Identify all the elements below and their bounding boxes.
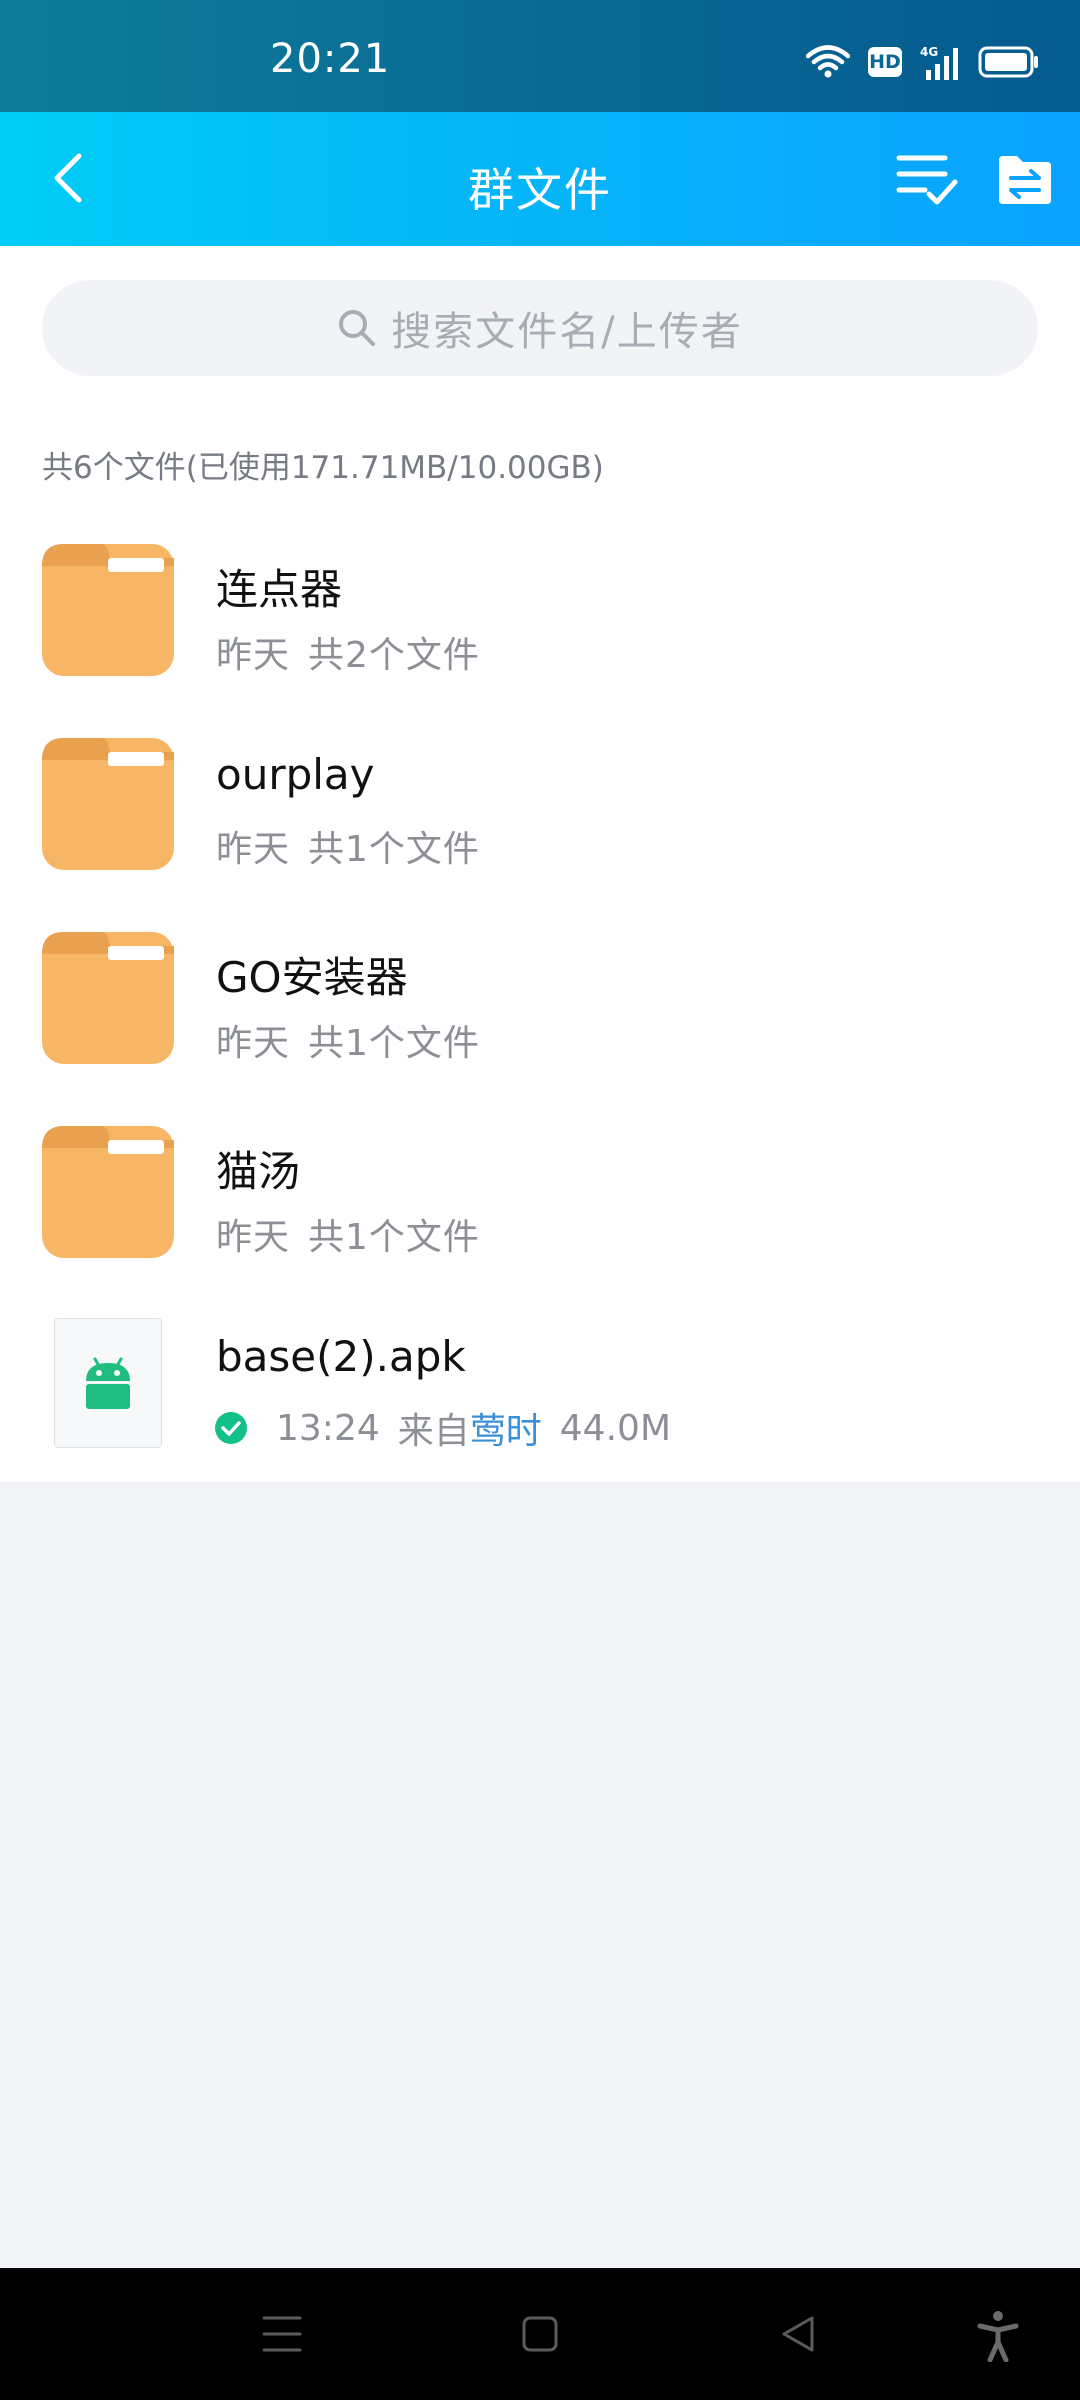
folder-meta: 昨天 共1个文件 [216,1014,480,1066]
status-bar: 20:21 HD 4G [0,0,1080,112]
list-item-folder[interactable]: 连点器 昨天 共2个文件 [0,526,1080,720]
folder-count: 共2个文件 [308,635,480,676]
svg-text:4G: 4G [920,45,938,59]
list-item-apk[interactable]: base(2).apk 13:24 来自 莺时 44.0M [0,1302,1080,1496]
check-circle-icon [215,1412,247,1444]
status-icons: HD 4G [806,44,1040,80]
folder-icon [42,544,174,676]
search-input[interactable]: 搜索文件名/上传者 [42,280,1038,376]
folder-count: 共1个文件 [308,1023,480,1064]
list-item-folder[interactable]: GO安装器 昨天 共1个文件 [0,914,1080,1108]
folder-meta: 昨天 共1个文件 [216,820,480,872]
folder-meta: 昨天 共1个文件 [216,1208,480,1260]
folder-date: 昨天 [216,1023,291,1064]
folder-count: 共1个文件 [308,829,480,870]
android-icon [86,1357,130,1409]
apk-time: 13:24 [276,1407,380,1449]
multi-select-icon [896,155,958,205]
folder-count: 共1个文件 [308,1217,480,1258]
accessibility-icon[interactable] [976,2310,1020,2362]
system-nav-bar [0,2268,1080,2400]
screen: 20:21 HD 4G 群文件 搜索文件名/上传者 共6个文件(已使用171.7… [0,0,1080,2400]
status-time: 20:21 [270,36,391,82]
4g-signal-icon: 4G [920,45,958,80]
home-icon[interactable] [520,2310,560,2358]
apk-file-icon [54,1318,162,1448]
storage-summary: 共6个文件(已使用171.71MB/10.00GB) [42,450,604,486]
folder-icon [42,738,174,870]
folder-name: ourplay [216,750,375,799]
multi-select-button[interactable] [895,150,959,210]
file-content: 搜索文件名/上传者 共6个文件(已使用171.71MB/10.00GB) 连点器… [0,246,1080,1482]
list-item-folder[interactable]: 猫汤 昨天 共1个文件 [0,1108,1080,1302]
apk-name: base(2).apk [216,1332,466,1381]
hd-badge: HD [868,47,902,77]
folder-icon [42,932,174,1064]
apk-size: 44.0M [559,1407,671,1449]
search-placeholder: 搜索文件名/上传者 [391,309,743,355]
folder-date: 昨天 [216,1217,291,1258]
search-icon [339,310,376,346]
wifi-icon [806,45,850,78]
uploader-link[interactable]: 莺时 [470,1402,542,1454]
menu-icon[interactable] [262,2310,302,2358]
folder-date: 昨天 [216,829,291,870]
transfer-button[interactable] [997,152,1053,206]
folder-meta: 昨天 共2个文件 [216,626,480,678]
file-list: 连点器 昨天 共2个文件 ourplay 昨天 共1个文件 GO安装器 昨天 共… [0,526,1080,1496]
back-nav-icon[interactable] [778,2310,818,2358]
folder-icon [42,1126,174,1258]
folder-date: 昨天 [216,635,291,676]
apk-meta: 13:24 来自 莺时 44.0M [214,1402,671,1454]
folder-name: 猫汤 [216,1147,301,1196]
transfer-icon [999,156,1051,204]
battery-icon [978,46,1038,78]
folder-name: 连点器 [216,565,343,614]
folder-name: GO安装器 [216,953,408,1002]
apk-from-label: 来自 [397,1411,470,1452]
nav-bar: 群文件 [0,112,1080,246]
list-item-folder[interactable]: ourplay 昨天 共1个文件 [0,720,1080,914]
